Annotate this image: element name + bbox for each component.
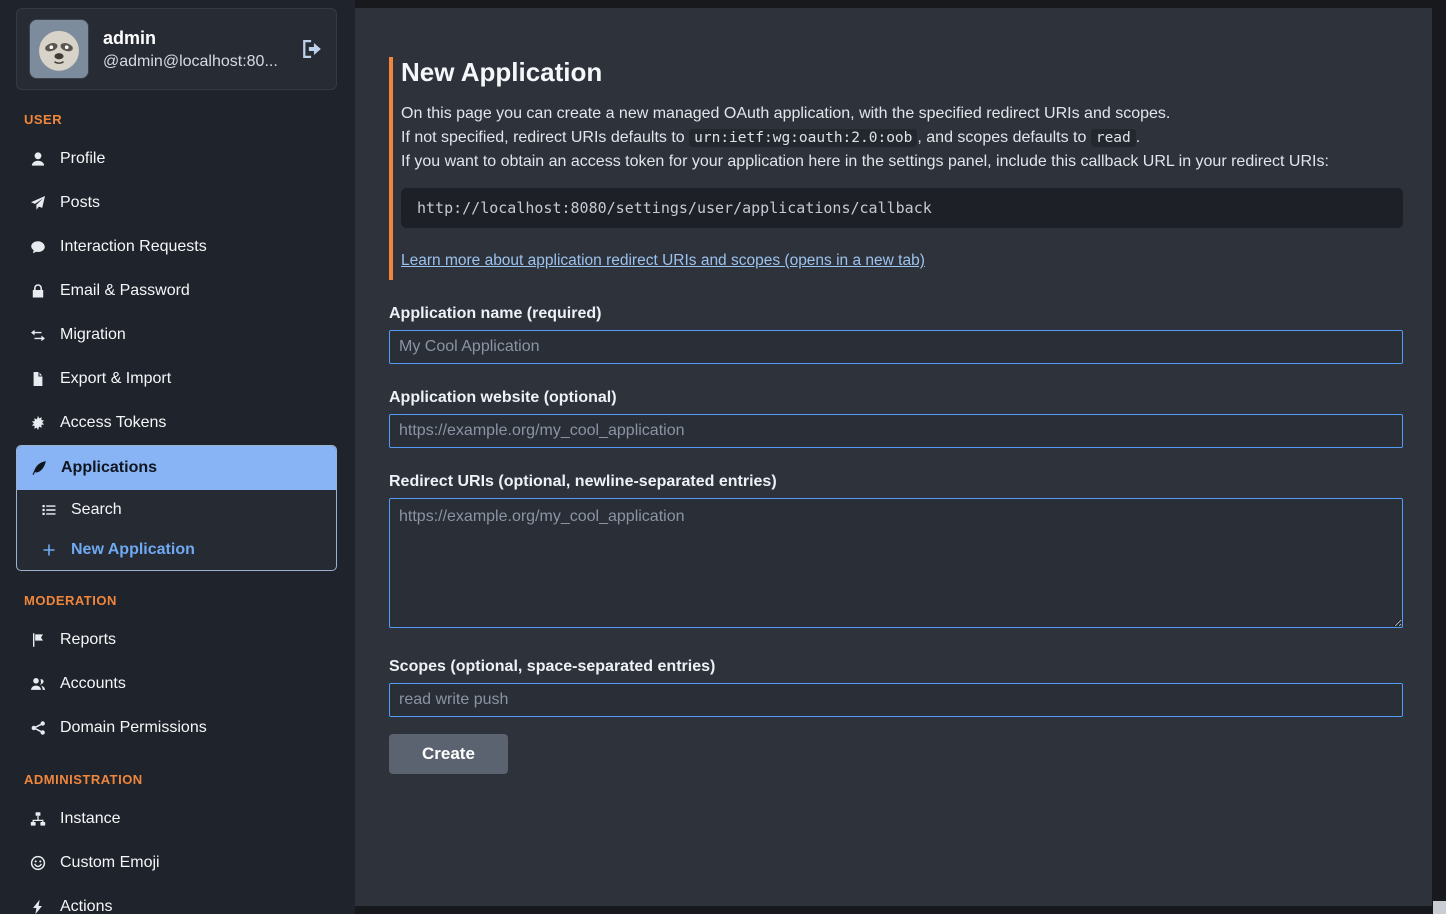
callback-url-code: http://localhost:8080/settings/user/appl… (401, 188, 1403, 228)
text-segment: . (1136, 129, 1140, 146)
inline-code-read: read (1091, 129, 1136, 147)
sidebar-item-label: Access Tokens (60, 413, 166, 433)
export-icon (28, 371, 47, 387)
scopes-input[interactable] (389, 683, 1403, 717)
user-card[interactable]: admin @admin@localhost:80... (16, 8, 337, 90)
sidebar-item-label: Custom Emoji (60, 853, 160, 873)
comment-icon (28, 239, 47, 255)
list-icon (39, 502, 58, 518)
intro-line-3: If you want to obtain an access token fo… (401, 150, 1403, 174)
user-name: admin (103, 28, 278, 49)
sidebar-item-label: Accounts (60, 674, 126, 694)
migration-icon (28, 327, 47, 343)
intro-line-2: If not specified, redirect URIs defaults… (401, 126, 1403, 150)
application-name-label: Application name (required) (389, 305, 1403, 323)
new-application-section: New Application On this page you can cre… (355, 8, 1432, 814)
new-application-form: Application name (required) Application … (389, 305, 1403, 774)
sidebar-item-export-import[interactable]: Export & Import (16, 357, 337, 401)
sidebar-item-label: New Application (71, 540, 195, 560)
sidebar-item-reports[interactable]: Reports (16, 618, 337, 662)
sidebar-item-label: Interaction Requests (60, 237, 207, 257)
sidebar-item-email-password[interactable]: Email & Password (16, 269, 337, 313)
create-button[interactable]: Create (389, 734, 508, 774)
intro-text: On this page you can create a new manage… (401, 102, 1403, 174)
sidebar-item-label: Migration (60, 325, 126, 345)
redirect-uris-label: Redirect URIs (optional, newline-separat… (389, 473, 1403, 491)
section-title-moderation: MODERATION (24, 593, 329, 608)
sidebar-item-applications-search[interactable]: Search (17, 490, 336, 530)
sidebar-item-label: Reports (60, 630, 116, 650)
section-title-administration: ADMINISTRATION (24, 772, 329, 787)
paper-plane-icon (28, 195, 47, 211)
section-title-user: USER (24, 112, 329, 127)
application-name-input[interactable] (389, 330, 1403, 364)
share-icon (28, 720, 47, 736)
sidebar-item-interaction-requests[interactable]: Interaction Requests (16, 225, 337, 269)
sidebar-item-migration[interactable]: Migration (16, 313, 337, 357)
docs-link[interactable]: Learn more about application redirect UR… (401, 252, 925, 270)
token-icon (28, 415, 47, 431)
sidebar-item-label: Profile (60, 149, 105, 169)
bolt-icon (28, 899, 47, 914)
flag-icon (28, 632, 47, 648)
sidebar-item-actions[interactable]: Actions (16, 885, 337, 914)
scrollbar-corner (1433, 901, 1446, 914)
sidebar-item-label: Search (71, 500, 122, 520)
sidebar-item-new-application[interactable]: New Application (17, 530, 336, 570)
redirect-uris-textarea[interactable] (389, 498, 1403, 628)
page-title: New Application (401, 57, 1403, 88)
sidebar-item-label: Applications (61, 458, 157, 478)
sidebar-item-instance[interactable]: Instance (16, 797, 337, 841)
sidebar-item-label: Export & Import (60, 369, 171, 389)
applications-group: Applications Search New Application (16, 445, 337, 571)
smiley-icon (28, 855, 47, 871)
plus-icon (39, 542, 58, 558)
application-website-label: Application website (optional) (389, 389, 1403, 407)
sidebar-item-applications[interactable]: Applications (17, 446, 336, 490)
sloth-avatar (30, 20, 88, 78)
sitemap-icon (28, 811, 47, 827)
text-segment: If not specified, redirect URIs defaults… (401, 129, 689, 146)
sidebar-item-posts[interactable]: Posts (16, 181, 337, 225)
avatar (29, 19, 89, 79)
sidebar-item-domain-permissions[interactable]: Domain Permissions (16, 706, 337, 750)
application-website-input[interactable] (389, 414, 1403, 448)
sidebar-item-custom-emoji[interactable]: Custom Emoji (16, 841, 337, 885)
sign-out-icon[interactable] (300, 37, 324, 61)
sidebar-item-accounts[interactable]: Accounts (16, 662, 337, 706)
sidebar-item-label: Email & Password (60, 281, 190, 301)
sidebar: admin @admin@localhost:80... USER Profil… (0, 0, 355, 914)
scopes-label: Scopes (optional, space-separated entrie… (389, 658, 1403, 676)
sidebar-item-access-tokens[interactable]: Access Tokens (16, 401, 337, 445)
sidebar-item-label: Domain Permissions (60, 718, 207, 738)
inline-code-oob: urn:ietf:wg:oauth:2.0:oob (689, 129, 917, 147)
user-info: admin @admin@localhost:80... (103, 28, 278, 71)
intro-block: New Application On this page you can cre… (389, 57, 1403, 280)
user-icon (28, 151, 47, 167)
sidebar-item-label: Instance (60, 809, 120, 829)
main-panel: New Application On this page you can cre… (355, 8, 1432, 906)
sidebar-item-profile[interactable]: Profile (16, 137, 337, 181)
intro-line-1: On this page you can create a new manage… (401, 102, 1403, 126)
users-icon (28, 676, 47, 692)
text-segment: , and scopes defaults to (917, 129, 1090, 146)
sidebar-item-label: Posts (60, 193, 100, 213)
sidebar-item-label: Actions (60, 897, 112, 914)
lock-icon (28, 283, 47, 299)
sidebar-nav: USER Profile Posts Interaction Requests … (16, 112, 337, 914)
user-handle: @admin@localhost:80... (103, 53, 278, 71)
feather-icon (29, 460, 48, 476)
